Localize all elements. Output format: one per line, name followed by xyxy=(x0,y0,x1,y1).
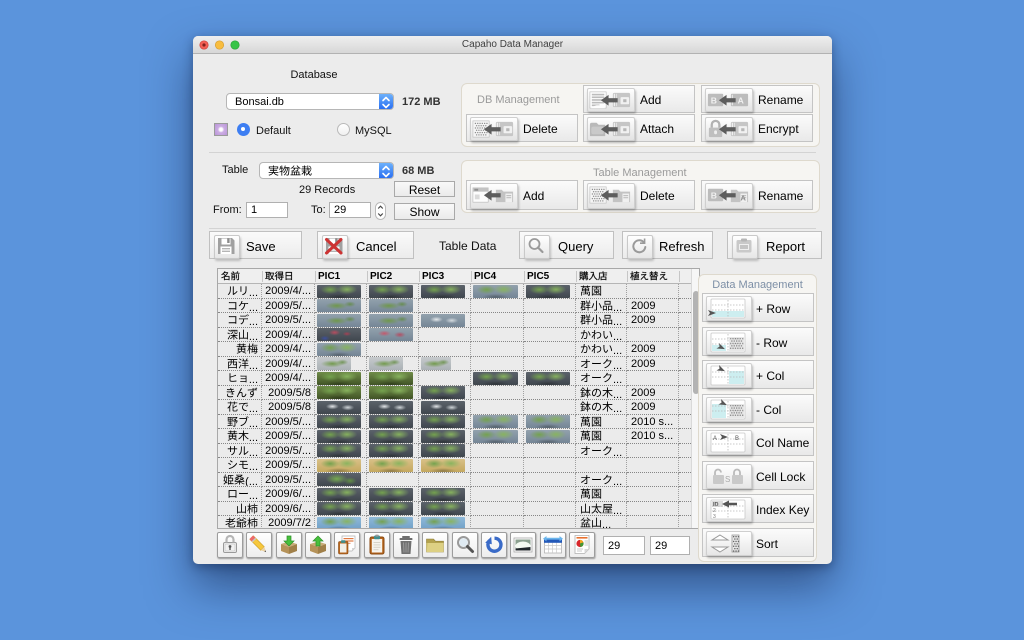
svg-text:B: B xyxy=(735,436,739,442)
svg-text:B: B xyxy=(711,190,717,200)
svg-text:B: B xyxy=(711,95,717,105)
svg-text:A: A xyxy=(713,436,717,442)
svg-text:A: A xyxy=(738,95,744,105)
svg-text:S: S xyxy=(725,475,730,484)
svg-text:3: 3 xyxy=(713,514,716,520)
svg-text:A: A xyxy=(740,194,746,203)
